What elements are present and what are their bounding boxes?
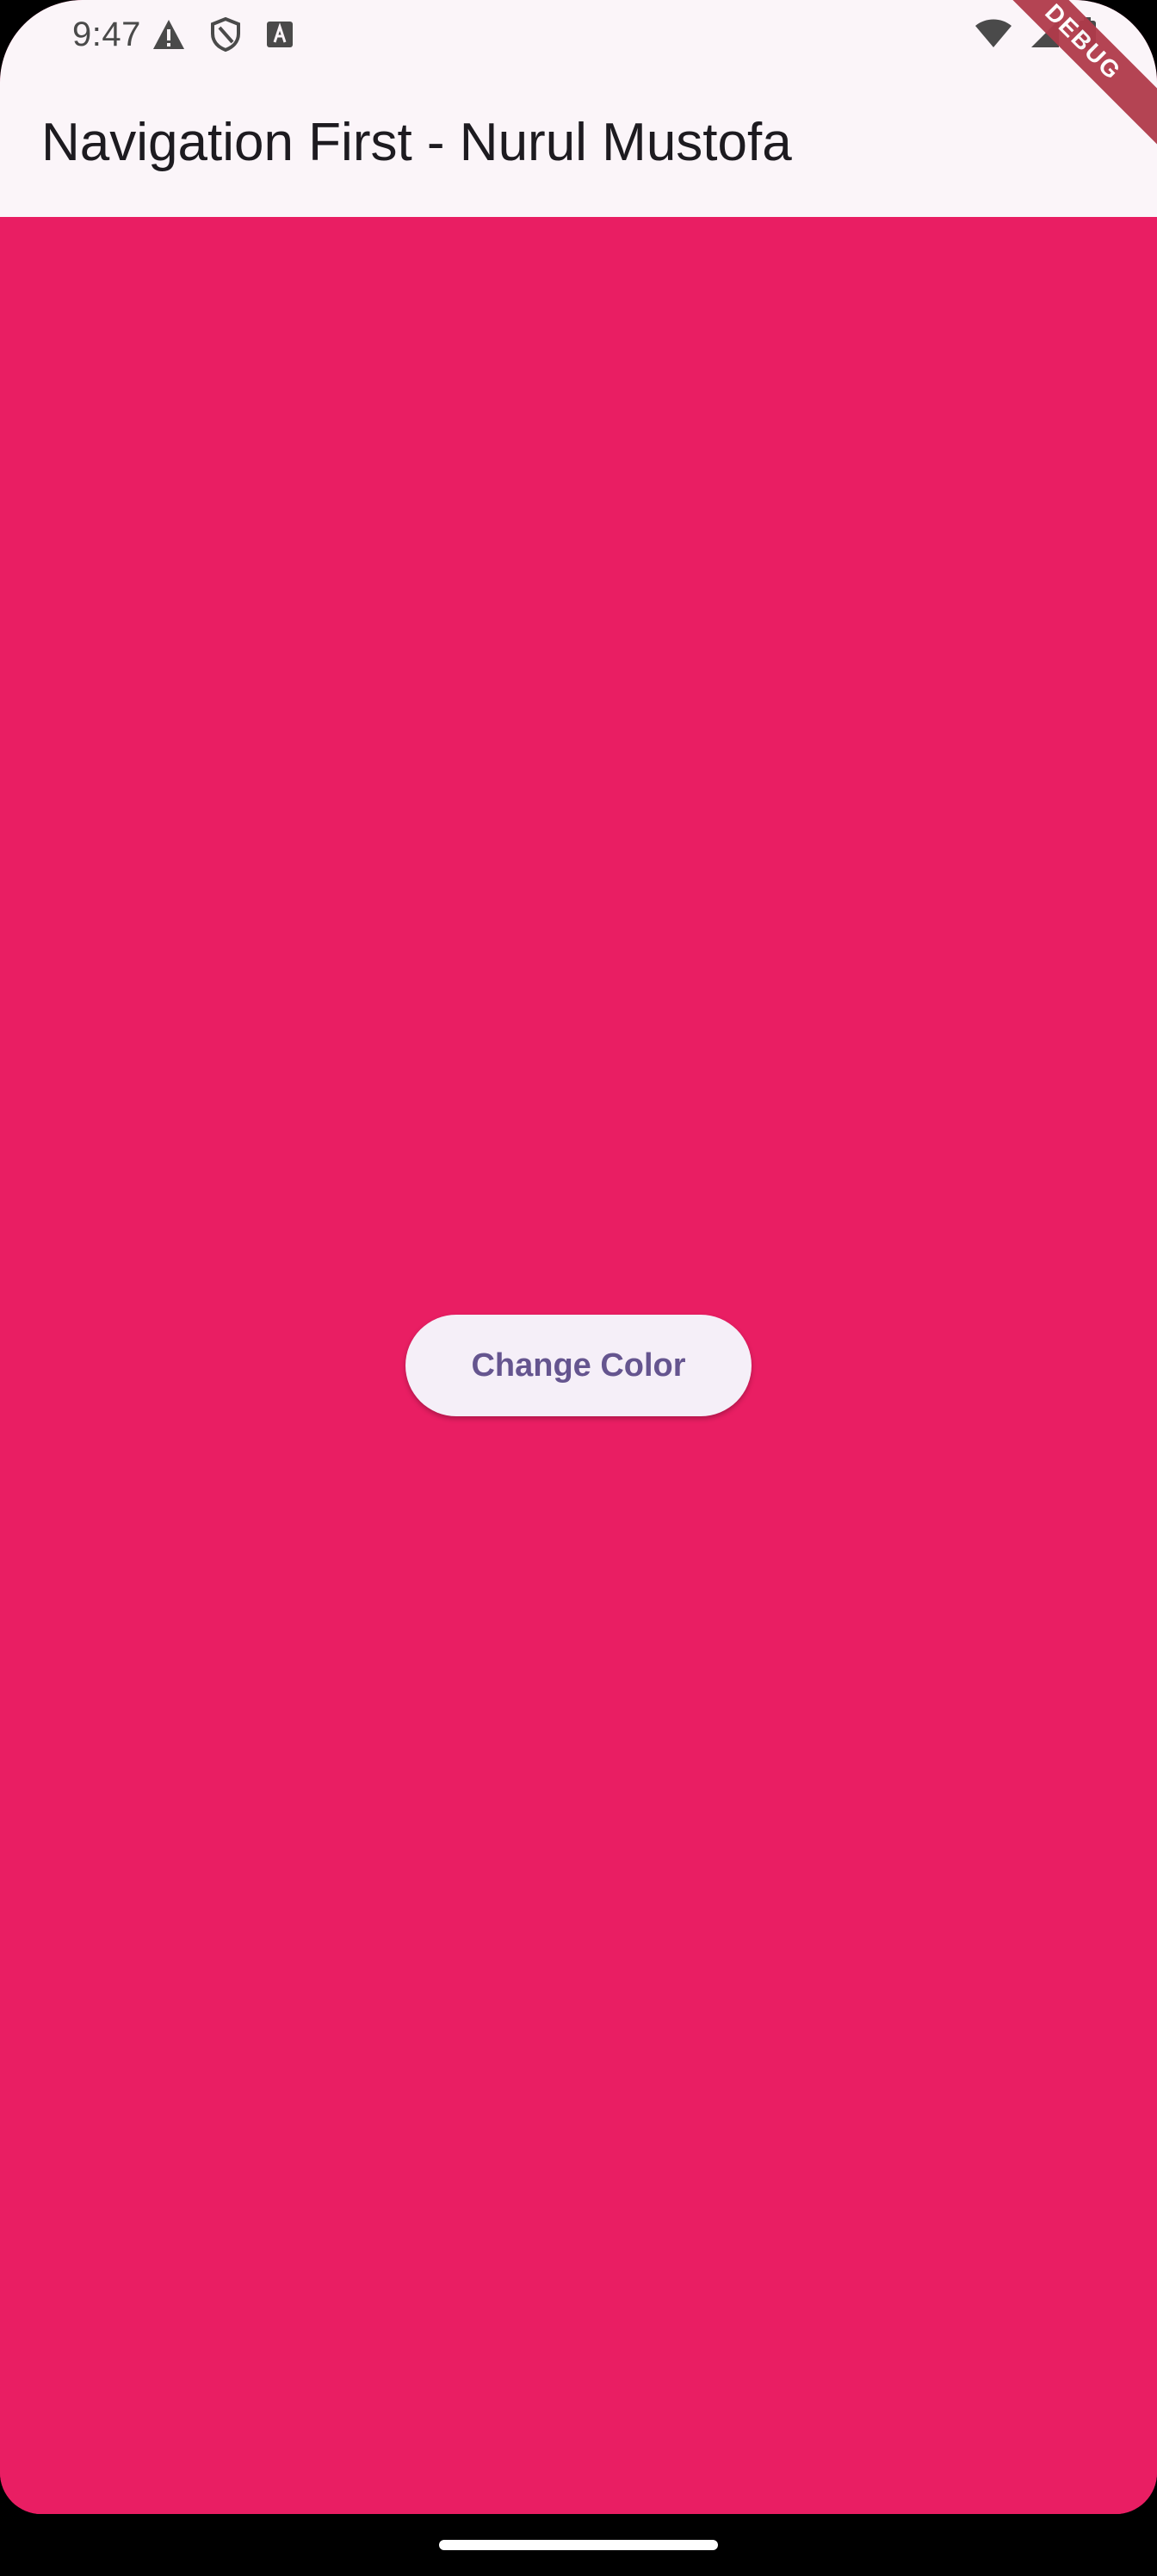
change-color-button[interactable]: Change Color (405, 1315, 752, 1416)
status-icons-left (152, 17, 294, 52)
app-screen: 9:47 Navigation First - Nurul Mustofa Ch… (0, 0, 1157, 2514)
shield-icon (210, 17, 241, 52)
warning-icon (152, 18, 186, 51)
status-bar: 9:47 (0, 0, 1157, 72)
phone-frame: 9:47 Navigation First - Nurul Mustofa Ch… (0, 0, 1157, 2576)
page-title: Navigation First - Nurul Mustofa (41, 113, 792, 172)
app-bar: Navigation First - Nurul Mustofa (0, 72, 1157, 217)
status-time: 9:47 (72, 15, 141, 53)
font-icon (265, 20, 294, 49)
wifi-icon (974, 18, 1012, 49)
gesture-navigation-handle[interactable] (439, 2540, 718, 2550)
